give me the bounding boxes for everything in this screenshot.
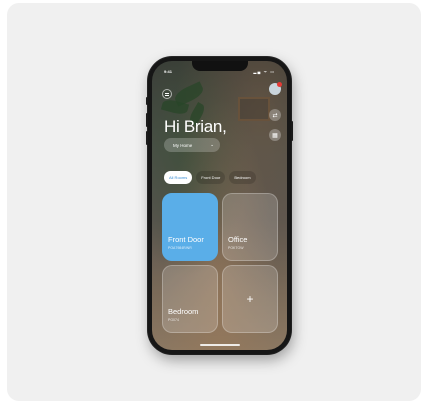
phone-mute-button [146,97,148,105]
phone-volume-down-button [146,131,148,145]
tile-bedroom[interactable]: Bedroom PG074 [162,265,218,333]
home-selector[interactable]: My Home ⌄ [164,138,220,152]
home-indicator[interactable] [199,344,240,346]
tab-front-door[interactable]: Front Door [196,171,226,184]
tile-code: POA7984R/NR [168,246,192,250]
tile-office[interactable]: Office POKTOW [222,193,278,261]
tile-front-door[interactable]: Front Door POA7984R/NR [162,193,218,261]
tile-code: PG074 [168,318,179,322]
avatar-icon[interactable] [269,82,282,95]
phone-notch [191,61,248,71]
menu-icon[interactable] [162,89,172,99]
share-icon[interactable]: ⇄ [269,109,281,121]
add-room-button[interactable]: + [222,265,278,333]
status-time: 9:41 [164,69,173,74]
plus-icon: + [246,292,254,306]
status-icons: ▂▄ ᯤ ▭ [253,69,275,74]
room-tabs: All Rooms Front Door Bedroom [164,171,256,184]
tile-code: POKTOW [228,246,244,250]
home-selector-label: My Home [173,142,193,148]
phone-volume-up-button [146,113,148,127]
tile-name: Bedroom [168,307,199,316]
phone-power-button [291,121,293,141]
tab-bedroom[interactable]: Bedroom [229,171,256,184]
device-icon[interactable]: ▦ [269,129,281,141]
tile-name: Office [228,235,248,244]
background-wall-art [238,97,270,121]
tile-name: Front Door [168,235,204,244]
greeting-title: Hi Brian, [164,117,227,136]
app-screen: 9:41 ▂▄ ᯤ ▭ ⇄ ▦ Hi Brian, My Home ⌄ All … [152,61,287,350]
tab-all-rooms[interactable]: All Rooms [164,171,193,184]
phone-mockup: 9:41 ▂▄ ᯤ ▭ ⇄ ▦ Hi Brian, My Home ⌄ All … [146,57,293,354]
chevron-down-icon: ⌄ [210,142,214,147]
notification-badge [277,82,282,87]
